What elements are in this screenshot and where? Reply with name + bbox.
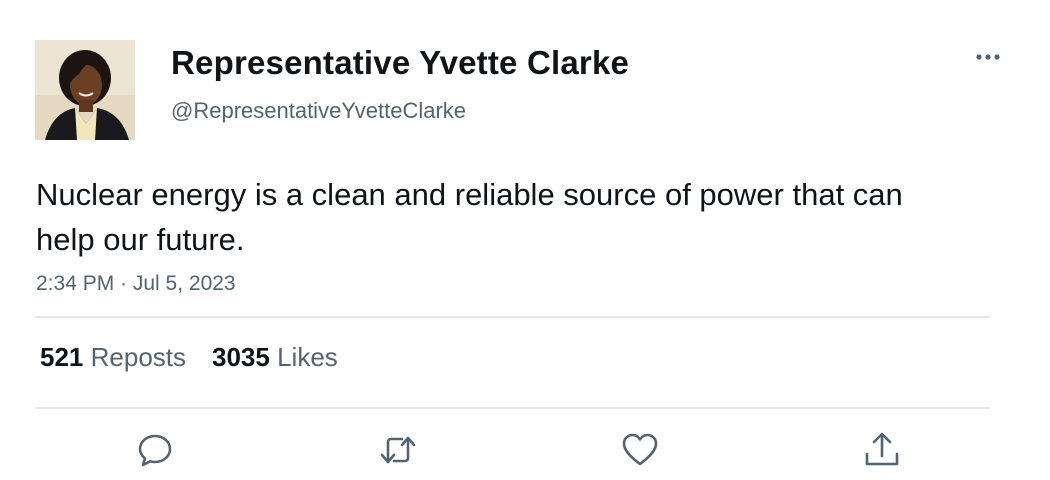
divider	[35, 316, 990, 318]
ellipsis-icon	[976, 54, 1000, 60]
divider	[35, 407, 990, 409]
more-options-button[interactable]	[968, 42, 1008, 72]
reposts-count: 521	[40, 342, 84, 372]
engagement-stats: 521 Reposts 3035 Likes	[40, 342, 338, 373]
reposts-stat[interactable]: 521 Reposts	[40, 342, 186, 372]
avatar[interactable]	[35, 40, 135, 140]
user-handle[interactable]: @RepresentativeYvetteClarke	[171, 98, 466, 124]
likes-stat[interactable]: 3035 Likes	[212, 342, 338, 372]
share-icon	[865, 432, 899, 466]
share-button[interactable]	[862, 430, 902, 470]
tweet-card: Representative Yvette Clarke @Representa…	[0, 0, 1050, 480]
reply-icon	[138, 434, 172, 467]
likes-count: 3035	[212, 342, 270, 372]
profile-photo-icon	[35, 40, 135, 140]
like-button[interactable]	[620, 430, 660, 470]
display-name[interactable]: Representative Yvette Clarke	[171, 44, 629, 82]
repost-icon	[380, 436, 416, 464]
like-icon	[622, 433, 658, 466]
repost-button[interactable]	[378, 430, 418, 470]
reply-button[interactable]	[135, 430, 175, 470]
tweet-text: Nuclear energy is a clean and reliable s…	[36, 177, 903, 257]
reposts-label: Reposts	[90, 342, 187, 372]
timestamp[interactable]: 2:34 PM · Jul 5, 2023	[36, 272, 236, 296]
likes-label: Likes	[277, 342, 338, 372]
